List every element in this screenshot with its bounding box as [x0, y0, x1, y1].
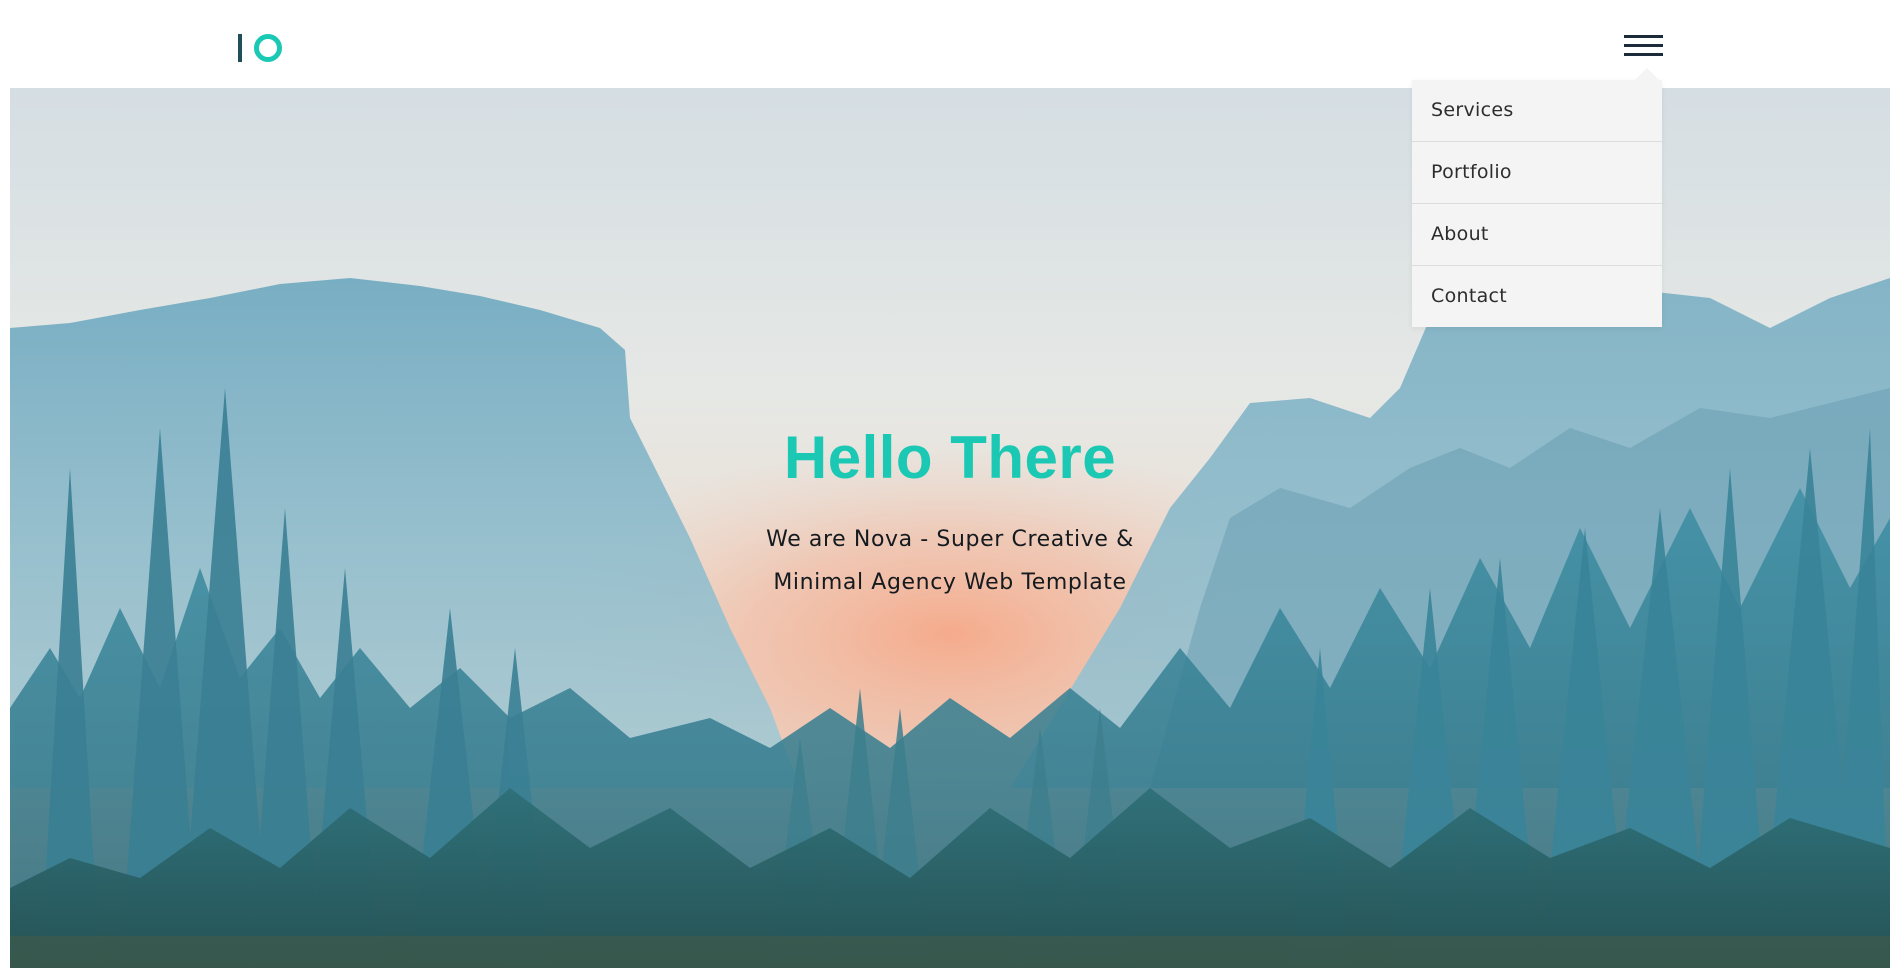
menu-item-services[interactable]: Services: [1412, 80, 1662, 142]
hamburger-line: [1624, 35, 1663, 38]
hero-content: Hello There We are Nova - Super Creative…: [10, 423, 1890, 604]
logo-ring: [254, 34, 282, 62]
hamburger-line: [1624, 44, 1663, 47]
menu-item-contact[interactable]: Contact: [1412, 266, 1662, 327]
hero-title: Hello There: [783, 424, 1117, 491]
hero-subtitle-line: Minimal Agency Web Template: [773, 570, 1127, 595]
site-header: [0, 0, 1894, 88]
menu-item-portfolio[interactable]: Portfolio: [1412, 142, 1662, 204]
hero-subtitle-line: We are Nova - Super Creative &: [766, 527, 1134, 552]
page: Hello There We are Nova - Super Creative…: [0, 0, 1894, 968]
hamburger-menu-icon[interactable]: [1624, 33, 1663, 57]
hero-subtitle: We are Nova - Super Creative & Minimal A…: [10, 518, 1890, 604]
hamburger-line: [1624, 53, 1663, 56]
nav-dropdown-menu: Services Portfolio About Contact: [1412, 80, 1662, 327]
dropdown-caret: [1635, 68, 1659, 80]
menu-item-about[interactable]: About: [1412, 204, 1662, 266]
io-logo-icon[interactable]: [238, 33, 282, 63]
logo-bar: [238, 34, 242, 62]
